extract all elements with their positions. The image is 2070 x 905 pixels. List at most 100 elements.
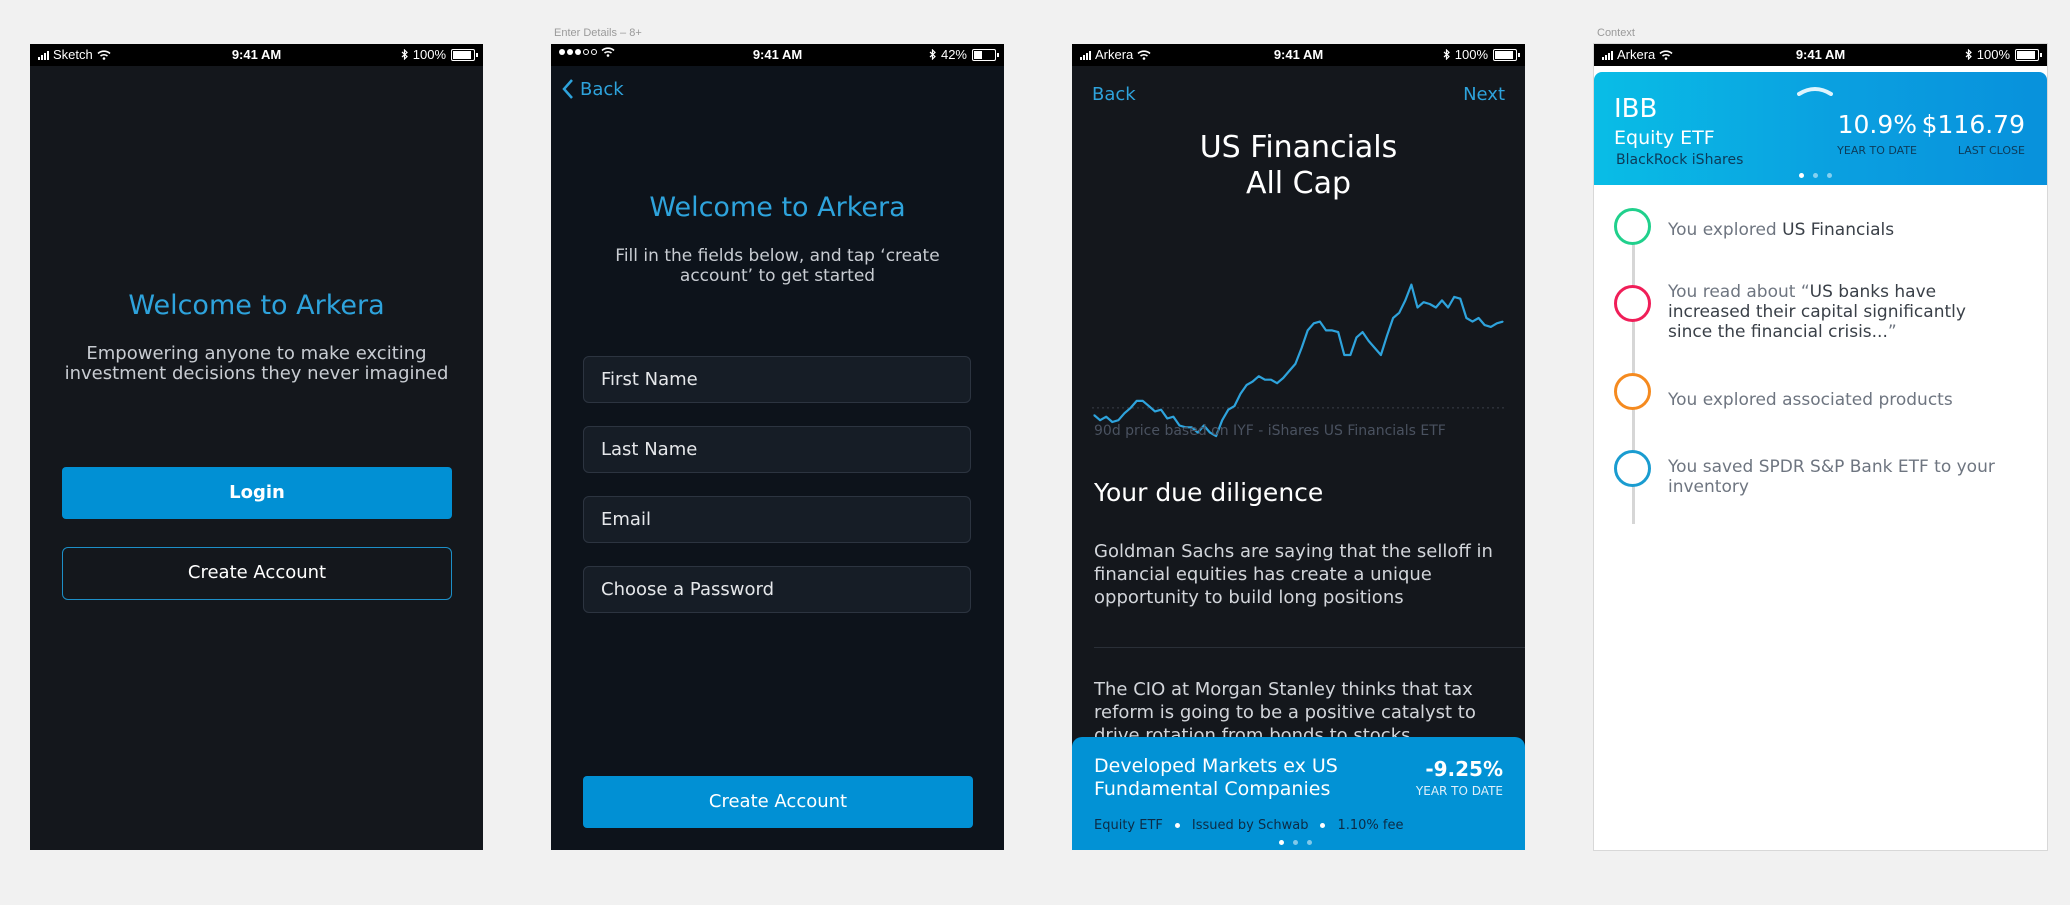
chart-point (1136, 400, 1138, 402)
chart-point (1300, 347, 1303, 349)
next-button[interactable]: Next (1463, 84, 1505, 105)
chart-point (1484, 324, 1486, 326)
timeline-text: You saved SPDR S&P Bank ETF to your inve… (1668, 457, 1995, 497)
timeline-dot (1614, 373, 1651, 410)
chart-point (1270, 379, 1272, 381)
chart-point (1459, 298, 1461, 300)
timeline-item[interactable]: You saved SPDR S&P Bank ETF to your inve… (1668, 457, 2007, 497)
chart-point (1130, 407, 1132, 409)
chart-point (1502, 320, 1504, 323)
product-meta: Equity ETF Issued by Schwab 1.10% fee (1094, 818, 1403, 833)
screen-welcome: Sketch 9:41 AM 100% Welcome to Arkera Em… (30, 44, 483, 850)
sector-title-line: US Financials (1199, 130, 1398, 165)
battery-icon (451, 48, 478, 61)
product-title-line: Fundamental Companies (1094, 778, 1331, 800)
battery-percent: 100% (1454, 47, 1488, 62)
chart-point (1453, 296, 1455, 298)
bluetooth-icon (929, 49, 936, 60)
chart-point (1496, 322, 1498, 324)
welcome-subtitle: Empowering anyone to make exciting inves… (30, 344, 483, 384)
first-name-field[interactable]: First Name (583, 356, 971, 403)
chart-point (1423, 301, 1425, 303)
status-bar: Arkera 9:41 AM 100% (1594, 44, 2047, 66)
fund-issuer: BlackRock iShares (1616, 152, 1744, 168)
chart-point (1435, 306, 1437, 309)
section-title: Your due diligence (1094, 478, 1324, 507)
battery-percent: 100% (1976, 47, 2010, 62)
chart-point (1294, 363, 1297, 365)
chart-point (1471, 320, 1474, 323)
timeline-highlight: US Financials (1782, 220, 1895, 240)
insight-line: The CIO at Morgan Stanley thinks that ta… (1094, 679, 1473, 700)
chart-point (1172, 416, 1174, 418)
bluetooth-icon (1443, 49, 1450, 60)
timeline-dot (1614, 450, 1651, 487)
chart-point (1398, 312, 1400, 314)
ytd-caption: YEAR TO DATE (1837, 144, 1917, 157)
create-account-button[interactable]: Create Account (62, 547, 452, 600)
bluetooth-icon (401, 49, 408, 60)
chart-point (1239, 393, 1242, 395)
screen-sector-detail: Arkera 9:41 AM 100% Back Next US Financi… (1072, 44, 1525, 850)
chart-point (1313, 322, 1315, 324)
create-account-button[interactable]: Create Account (583, 776, 973, 828)
product-card[interactable]: Developed Markets ex US Fundamental Comp… (1072, 737, 1525, 850)
timeline-item[interactable]: You explored associated products (1668, 390, 2007, 410)
bluetooth-icon (1965, 49, 1972, 60)
chart-point (1447, 306, 1449, 309)
page-subtitle-line: Fill in the fields below, and tap ‘creat… (615, 246, 940, 266)
password-field[interactable]: Choose a Password (583, 566, 971, 613)
chart-point (1148, 405, 1150, 407)
insight-line: financial equities has create a unique (1094, 564, 1432, 585)
timeline-text: ” (1887, 322, 1897, 342)
drag-handle-icon[interactable] (1797, 86, 1833, 96)
chart-point (1160, 409, 1162, 411)
timeline-item[interactable]: You explored US Financials (1668, 220, 2007, 240)
battery-percent: 100% (412, 47, 446, 62)
battery-percent: 42% (940, 47, 967, 62)
back-button[interactable]: Back (561, 78, 624, 100)
product-issuer: Issued by Schwab (1191, 818, 1309, 833)
chart-point (1123, 412, 1126, 414)
chart-point (1319, 320, 1321, 323)
chart-point (1349, 354, 1351, 356)
chart-point (1416, 306, 1419, 309)
chart-point (1325, 329, 1327, 331)
page-indicator[interactable] (1799, 173, 1832, 178)
timeline-item[interactable]: You read about “US banks have increased … (1668, 282, 2007, 342)
last-name-field[interactable]: Last Name (583, 426, 971, 473)
chart-point (1410, 283, 1413, 286)
insight-line: reform is going to be a positive catalys… (1094, 702, 1476, 723)
timeline-text: You explored associated products (1668, 390, 1953, 410)
page-indicator[interactable] (1279, 840, 1312, 845)
chart-point (1288, 370, 1290, 372)
page-title: Welcome to Arkera (649, 192, 906, 223)
chart-point (1105, 416, 1107, 418)
product-type: Equity ETF (1094, 818, 1163, 833)
chart-point (1477, 317, 1480, 319)
timeline-dot (1614, 285, 1651, 322)
chart-point (1331, 329, 1333, 331)
chart-point (1233, 405, 1236, 407)
fund-ticker: IBB (1614, 94, 1658, 124)
fund-header-card[interactable]: IBB Equity ETF BlackRock iShares 10.9% Y… (1594, 72, 2047, 185)
product-title: Developed Markets ex US Fundamental Comp… (1094, 755, 1338, 801)
back-button[interactable]: Back (1092, 84, 1136, 105)
chart-point (1227, 409, 1229, 411)
chart-point (1490, 326, 1492, 328)
artboard-label-context: Context (1597, 27, 1635, 39)
chart-point (1258, 375, 1260, 377)
battery-icon (2015, 48, 2042, 61)
chart-point (1465, 317, 1467, 319)
login-button[interactable]: Login (62, 467, 452, 519)
insight-line: Goldman Sachs are saying that the sellof… (1094, 541, 1493, 562)
ytd-value: 10.9% (1837, 110, 1917, 139)
product-return-caption: YEAR TO DATE (1415, 784, 1503, 798)
email-field[interactable]: Email (583, 496, 971, 543)
insight-line: opportunity to build long positions (1094, 587, 1404, 608)
status-bar: Arkera 9:41 AM 100% (1072, 44, 1525, 66)
chart-point (1441, 299, 1443, 302)
chart-point (1392, 317, 1394, 319)
product-return: -9.25% (1425, 757, 1503, 781)
chart-point (1343, 354, 1345, 356)
